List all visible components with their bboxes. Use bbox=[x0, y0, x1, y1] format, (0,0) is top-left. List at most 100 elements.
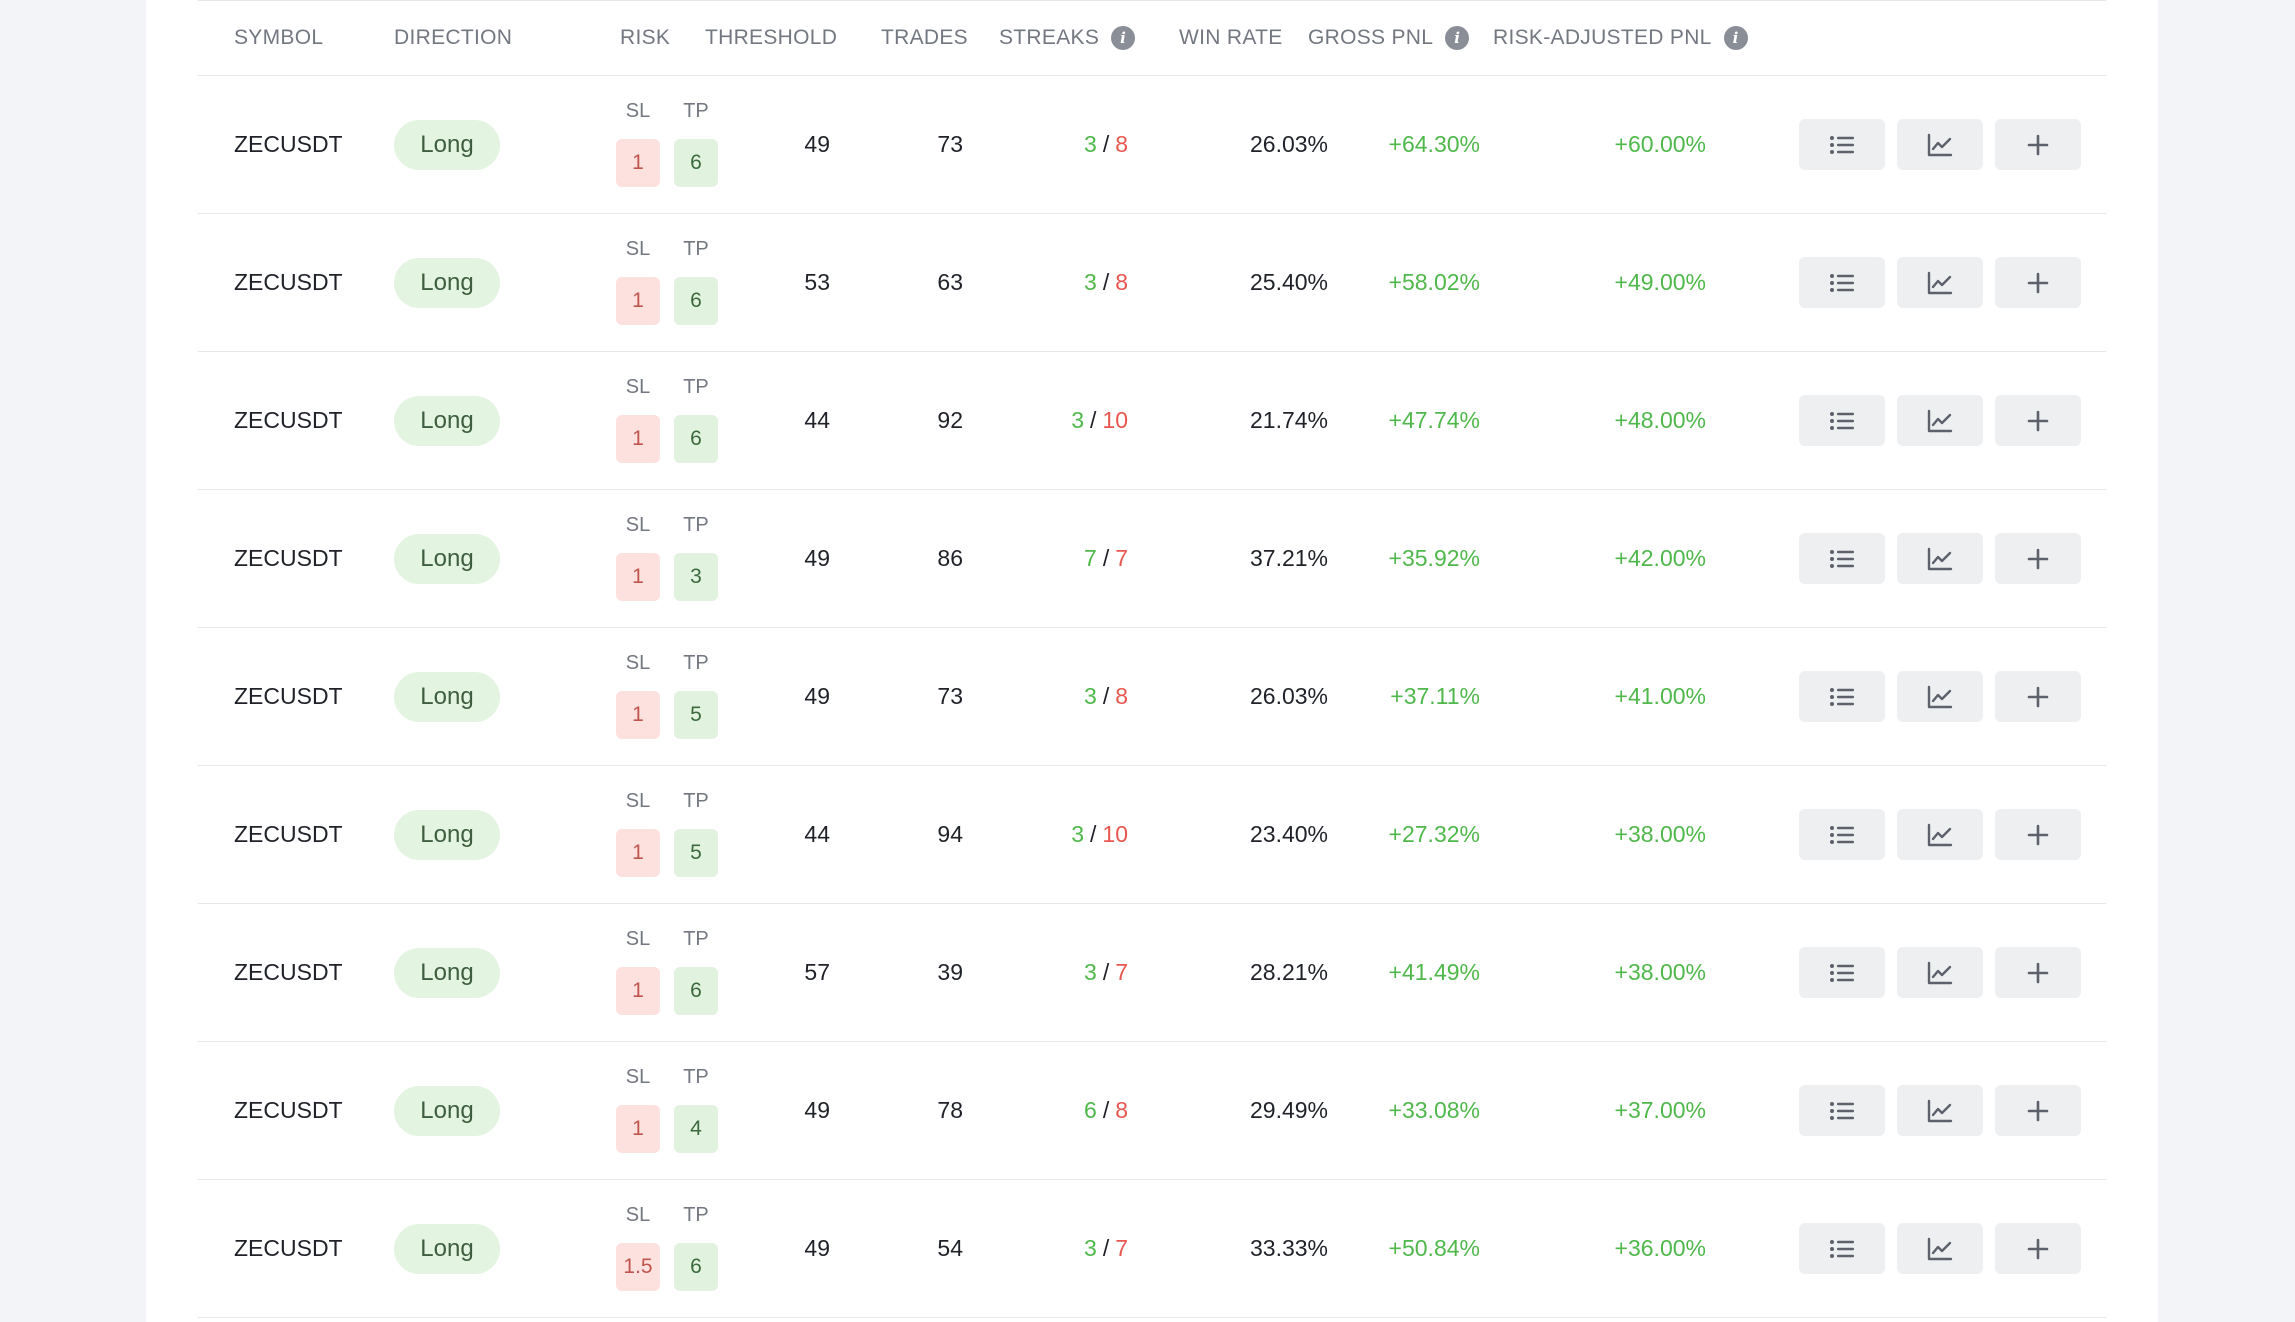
add-strategy-button[interactable] bbox=[1995, 1085, 2081, 1136]
table-row[interactable]: ZECUSDT Long SL TP 1 6 57 39 3/7 28.21% … bbox=[198, 904, 2106, 1042]
view-chart-button[interactable] bbox=[1897, 119, 1983, 170]
header-win-rate[interactable]: WIN RATE bbox=[1179, 1, 1283, 75]
table-row[interactable]: ZECUSDT Long SL TP 1 6 44 92 3/10 21.74%… bbox=[198, 352, 2106, 490]
chart-line-icon bbox=[1927, 547, 1953, 570]
header-streaks[interactable]: STREAKS i bbox=[999, 1, 1136, 75]
view-chart-button[interactable] bbox=[1897, 1223, 1983, 1274]
risk-adjusted-pnl-cell: +48.00% bbox=[1578, 352, 1706, 489]
header-symbol[interactable]: SYMBOL bbox=[234, 1, 323, 75]
list-icon bbox=[1830, 549, 1854, 568]
header-risk-adjusted-pnl[interactable]: RISK-ADJUSTED PNL i bbox=[1493, 1, 1748, 75]
sl-label: SL bbox=[625, 928, 651, 950]
view-trades-button[interactable] bbox=[1799, 119, 1885, 170]
plus-icon bbox=[2027, 962, 2049, 983]
threshold-cell: 53 bbox=[758, 214, 830, 351]
add-strategy-button[interactable] bbox=[1995, 671, 2081, 722]
view-chart-button[interactable] bbox=[1897, 947, 1983, 998]
threshold-value: 57 bbox=[804, 959, 830, 985]
header-threshold[interactable]: THRESHOLD bbox=[705, 1, 837, 75]
threshold-value: 49 bbox=[804, 1097, 830, 1123]
sl-label: SL bbox=[625, 1204, 651, 1226]
add-strategy-button[interactable] bbox=[1995, 1223, 2081, 1274]
trades-value: 92 bbox=[937, 407, 963, 433]
header-risk[interactable]: RISK bbox=[620, 1, 670, 75]
symbol-text: ZECUSDT bbox=[234, 959, 343, 985]
symbol-cell: ZECUSDT bbox=[234, 76, 343, 213]
list-icon bbox=[1830, 825, 1854, 844]
header-trades[interactable]: TRADES bbox=[881, 1, 968, 75]
add-strategy-button[interactable] bbox=[1995, 119, 2081, 170]
sl-value-badge: 1 bbox=[616, 415, 660, 463]
win-rate-value: 26.03% bbox=[1249, 131, 1328, 157]
table-row[interactable]: ZECUSDT Long SL TP 1 6 53 63 3/8 25.40% … bbox=[198, 214, 2106, 352]
add-strategy-button[interactable] bbox=[1995, 947, 2081, 998]
table-row[interactable]: ZECUSDT Long SL TP 1.5 6 49 54 3/7 33.33… bbox=[198, 1180, 2106, 1318]
risk-adjusted-pnl-value: +49.00% bbox=[1614, 269, 1706, 295]
add-strategy-button[interactable] bbox=[1995, 809, 2081, 860]
direction-badge: Long bbox=[394, 947, 500, 998]
add-strategy-button[interactable] bbox=[1995, 257, 2081, 308]
gross-pnl-value: +50.84% bbox=[1388, 1235, 1480, 1261]
view-chart-button[interactable] bbox=[1897, 533, 1983, 584]
trades-cell: 92 bbox=[888, 352, 963, 489]
header-direction[interactable]: DIRECTION bbox=[394, 1, 512, 75]
win-rate-cell: 37.21% bbox=[1228, 490, 1328, 627]
direction-badge: Long bbox=[394, 1223, 500, 1274]
table-row[interactable]: ZECUSDT Long SL TP 1 5 49 73 3/8 26.03% … bbox=[198, 628, 2106, 766]
add-strategy-button[interactable] bbox=[1995, 395, 2081, 446]
tp-value-badge: 6 bbox=[674, 139, 718, 187]
tp-value-badge: 5 bbox=[674, 691, 718, 739]
risk-adjusted-pnl-cell: +60.00% bbox=[1578, 76, 1706, 213]
view-trades-button[interactable] bbox=[1799, 257, 1885, 308]
tp-value-badge: 6 bbox=[674, 967, 718, 1015]
header-gross-pnl[interactable]: GROSS PNL i bbox=[1308, 1, 1470, 75]
streak-loss-value: 10 bbox=[1102, 407, 1128, 433]
view-chart-button[interactable] bbox=[1897, 809, 1983, 860]
view-trades-button[interactable] bbox=[1799, 395, 1885, 446]
sl-label: SL bbox=[625, 100, 651, 122]
threshold-value: 49 bbox=[804, 683, 830, 709]
tp-label: TP bbox=[683, 790, 709, 812]
header-symbol-label: SYMBOL bbox=[234, 26, 324, 49]
streaks-cell: 3/8 bbox=[1018, 628, 1128, 765]
view-chart-button[interactable] bbox=[1897, 257, 1983, 308]
info-icon[interactable]: i bbox=[1111, 26, 1136, 50]
info-icon[interactable]: i bbox=[1723, 26, 1748, 50]
direction-badge: Long bbox=[394, 395, 500, 446]
win-rate-value: 25.40% bbox=[1249, 269, 1328, 295]
view-trades-button[interactable] bbox=[1799, 1223, 1885, 1274]
sl-label: SL bbox=[625, 652, 651, 674]
risk-cell: SL TP 1 5 bbox=[616, 766, 726, 903]
view-chart-button[interactable] bbox=[1897, 1085, 1983, 1136]
view-trades-button[interactable] bbox=[1799, 947, 1885, 998]
results-table: SYMBOL DIRECTION RISK THRESHOLD TRADES S… bbox=[198, 0, 2106, 1318]
view-trades-button[interactable] bbox=[1799, 1085, 1885, 1136]
trades-cell: 73 bbox=[888, 628, 963, 765]
win-rate-value: 33.33% bbox=[1249, 1235, 1328, 1261]
gross-pnl-cell: +35.92% bbox=[1348, 490, 1480, 627]
direction-badge: Long bbox=[394, 809, 500, 860]
table-row[interactable]: ZECUSDT Long SL TP 1 4 49 78 6/8 29.49% … bbox=[198, 1042, 2106, 1180]
view-trades-button[interactable] bbox=[1799, 809, 1885, 860]
streak-separator: / bbox=[1102, 1097, 1110, 1123]
view-chart-button[interactable] bbox=[1897, 395, 1983, 446]
streak-separator: / bbox=[1102, 545, 1110, 571]
streak-win-value: 3 bbox=[1084, 269, 1097, 295]
plus-icon bbox=[2027, 272, 2049, 293]
add-strategy-button[interactable] bbox=[1995, 533, 2081, 584]
view-trades-button[interactable] bbox=[1799, 671, 1885, 722]
risk-adjusted-pnl-value: +60.00% bbox=[1614, 131, 1706, 157]
view-chart-button[interactable] bbox=[1897, 671, 1983, 722]
trades-cell: 54 bbox=[888, 1180, 963, 1317]
table-row[interactable]: ZECUSDT Long SL TP 1 6 49 73 3/8 26.03% … bbox=[198, 76, 2106, 214]
symbol-text: ZECUSDT bbox=[234, 545, 343, 571]
risk-adjusted-pnl-cell: +36.00% bbox=[1578, 1180, 1706, 1317]
view-trades-button[interactable] bbox=[1799, 533, 1885, 584]
symbol-cell: ZECUSDT bbox=[234, 214, 343, 351]
table-row[interactable]: ZECUSDT Long SL TP 1 3 49 86 7/7 37.21% … bbox=[198, 490, 2106, 628]
streaks-cell: 3/10 bbox=[1018, 766, 1128, 903]
table-row[interactable]: ZECUSDT Long SL TP 1 5 44 94 3/10 23.40%… bbox=[198, 766, 2106, 904]
risk-adjusted-pnl-value: +36.00% bbox=[1614, 1235, 1706, 1261]
risk-adjusted-pnl-cell: +38.00% bbox=[1578, 766, 1706, 903]
info-icon[interactable]: i bbox=[1445, 26, 1470, 50]
